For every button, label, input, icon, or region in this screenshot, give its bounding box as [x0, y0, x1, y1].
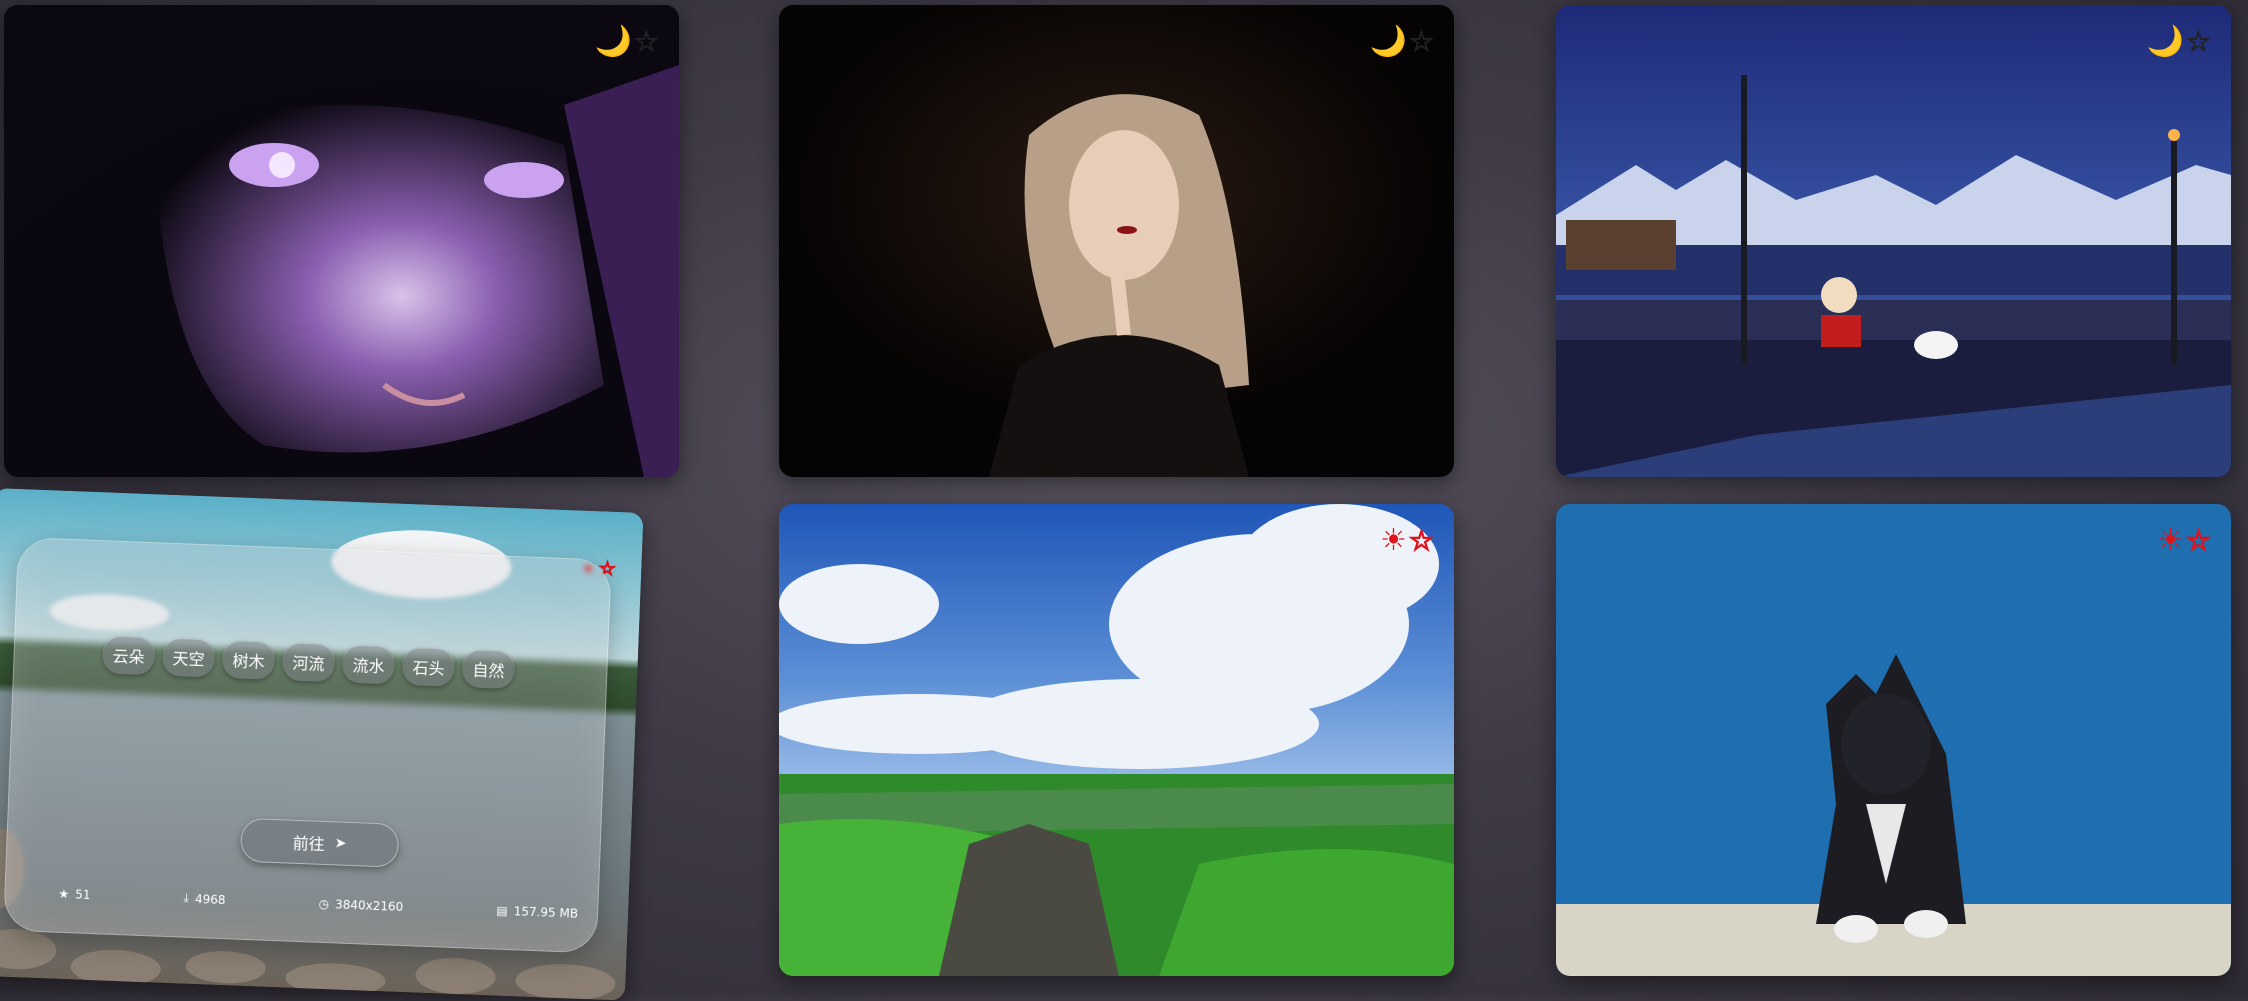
wallpaper-image	[1556, 504, 2231, 976]
wallpaper-badges: ☀ ☆	[1379, 523, 1435, 558]
wallpaper-image	[779, 504, 1454, 976]
tag-chip[interactable]: 自然	[461, 649, 516, 690]
sun-icon: ☀	[2156, 523, 2184, 558]
go-button[interactable]: 前往 ➤	[239, 817, 400, 868]
storage-icon: ▤	[496, 903, 509, 918]
resolution-stat: ◷ 3840x2160	[318, 896, 403, 914]
wallpaper-badges: ☀ ☆	[2156, 523, 2212, 558]
moon-icon: 🌙	[1369, 24, 1407, 59]
tag-chip[interactable]: 天空	[161, 637, 216, 678]
wallpaper-image	[1556, 5, 2231, 477]
tag-chip[interactable]: 流水	[341, 644, 396, 685]
star-filled-icon: ★	[58, 886, 70, 901]
favorites-stat: ★ 51	[58, 886, 91, 902]
star-icon[interactable]: ☆	[633, 27, 659, 56]
star-icon[interactable]: ☆	[2185, 27, 2211, 56]
moon-icon: 🌙	[2146, 24, 2184, 59]
wallpaper-image	[779, 5, 1454, 477]
wallpaper-badges: 🌙 ☆	[2146, 24, 2212, 59]
size-stat: ▤ 157.95 MB	[496, 903, 578, 921]
star-icon[interactable]: ☆	[1408, 526, 1435, 556]
sun-icon: ☀	[1379, 523, 1407, 558]
wallpaper-card-5[interactable]: ☀ ☆	[779, 504, 1454, 976]
wallpaper-card-2[interactable]: 🌙 ☆	[779, 5, 1454, 477]
tag-chip[interactable]: 河流	[281, 642, 336, 683]
wallpaper-card-3[interactable]: 🌙 ☆	[1556, 5, 2231, 477]
go-button-label: 前往	[292, 833, 326, 854]
star-icon[interactable]: ☆	[2185, 526, 2212, 556]
wallpaper-card-1[interactable]: 🌙 ☆	[4, 5, 679, 477]
clock-icon: ◷	[318, 896, 330, 911]
star-icon[interactable]: ☆	[1408, 27, 1434, 56]
wallpaper-card-6[interactable]: ☀ ☆	[1556, 504, 2231, 976]
wallpaper-card-4-hovered[interactable]: ☀ ☆ 云朵 天空 树木 河流 流水 石头 自然 前往 ➤ ★ 51 ⤓ 4968…	[0, 488, 644, 1001]
send-arrow-icon: ➤	[334, 835, 347, 852]
tag-chip[interactable]: 树木	[221, 639, 276, 680]
favorites-count: 51	[74, 886, 91, 902]
moon-icon: 🌙	[594, 24, 632, 59]
download-icon: ⤓	[183, 890, 190, 905]
size-value: 157.95 MB	[513, 903, 579, 921]
wallpaper-badges: 🌙 ☆	[1369, 24, 1435, 59]
wallpaper-badges: 🌙 ☆	[594, 24, 660, 59]
wallpaper-image	[4, 5, 679, 477]
tag-chip[interactable]: 云朵	[101, 635, 156, 676]
tag-chip[interactable]: 石头	[401, 646, 456, 687]
downloads-count: 4968	[194, 891, 226, 907]
downloads-stat: ⤓ 4968	[183, 891, 225, 908]
resolution-value: 3840x2160	[334, 896, 404, 914]
